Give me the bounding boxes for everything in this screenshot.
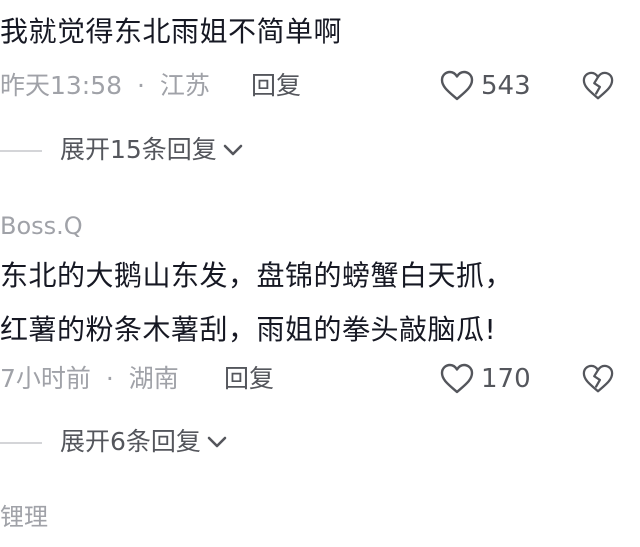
chevron-down-icon (207, 436, 227, 448)
comment-username[interactable]: Boss.Q (0, 211, 83, 241)
comment-location: 江苏 (159, 71, 210, 100)
dislike-button[interactable] (582, 363, 614, 395)
comment-text: 我就觉得东北雨姐不简单啊 (0, 15, 343, 48)
like-button[interactable] (440, 70, 474, 104)
reply-button[interactable]: 回复 (251, 71, 301, 101)
expand-replies-label: 展开15条回复 (60, 135, 217, 164)
comment-time: 昨天13:58 (0, 71, 123, 100)
meta-separator: · (105, 364, 114, 393)
like-button[interactable] (440, 363, 474, 397)
heart-outline-icon (440, 363, 474, 394)
expand-replies-label: 展开6条回复 (60, 427, 201, 456)
expand-replies-button[interactable]: 展开15条回复 (60, 135, 244, 165)
comment-meta: 昨天13:58 · 江苏 (0, 71, 210, 101)
reply-button[interactable]: 回复 (224, 364, 274, 394)
comment-meta: 7小时前 · 湖南 (0, 364, 179, 394)
thread-divider-line (0, 442, 42, 444)
dislike-button[interactable] (582, 70, 614, 102)
comment-location: 湖南 (128, 364, 179, 393)
chevron-down-icon (223, 144, 243, 156)
comment-time: 7小时前 (0, 364, 91, 393)
expand-replies-button[interactable]: 展开6条回复 (60, 427, 228, 457)
broken-heart-icon (582, 364, 614, 393)
comment-text-line: 东北的大鹅山东发，盘锦的螃蟹白天抓， (0, 259, 514, 292)
heart-outline-icon (440, 70, 474, 101)
like-count: 543 (481, 71, 531, 101)
broken-heart-icon (582, 71, 614, 100)
like-count: 170 (481, 364, 531, 394)
comment-list-page: { "comments": [ { "text": "我就觉得东北雨姐不简单啊"… (0, 0, 640, 547)
comment-text-line: 红薯的粉条木薯刮，雨姐的拳头敲脑瓜! (0, 313, 497, 346)
meta-separator: · (137, 71, 145, 100)
thread-divider-line (0, 150, 42, 152)
comment-username[interactable]: 锂理 (0, 502, 48, 532)
